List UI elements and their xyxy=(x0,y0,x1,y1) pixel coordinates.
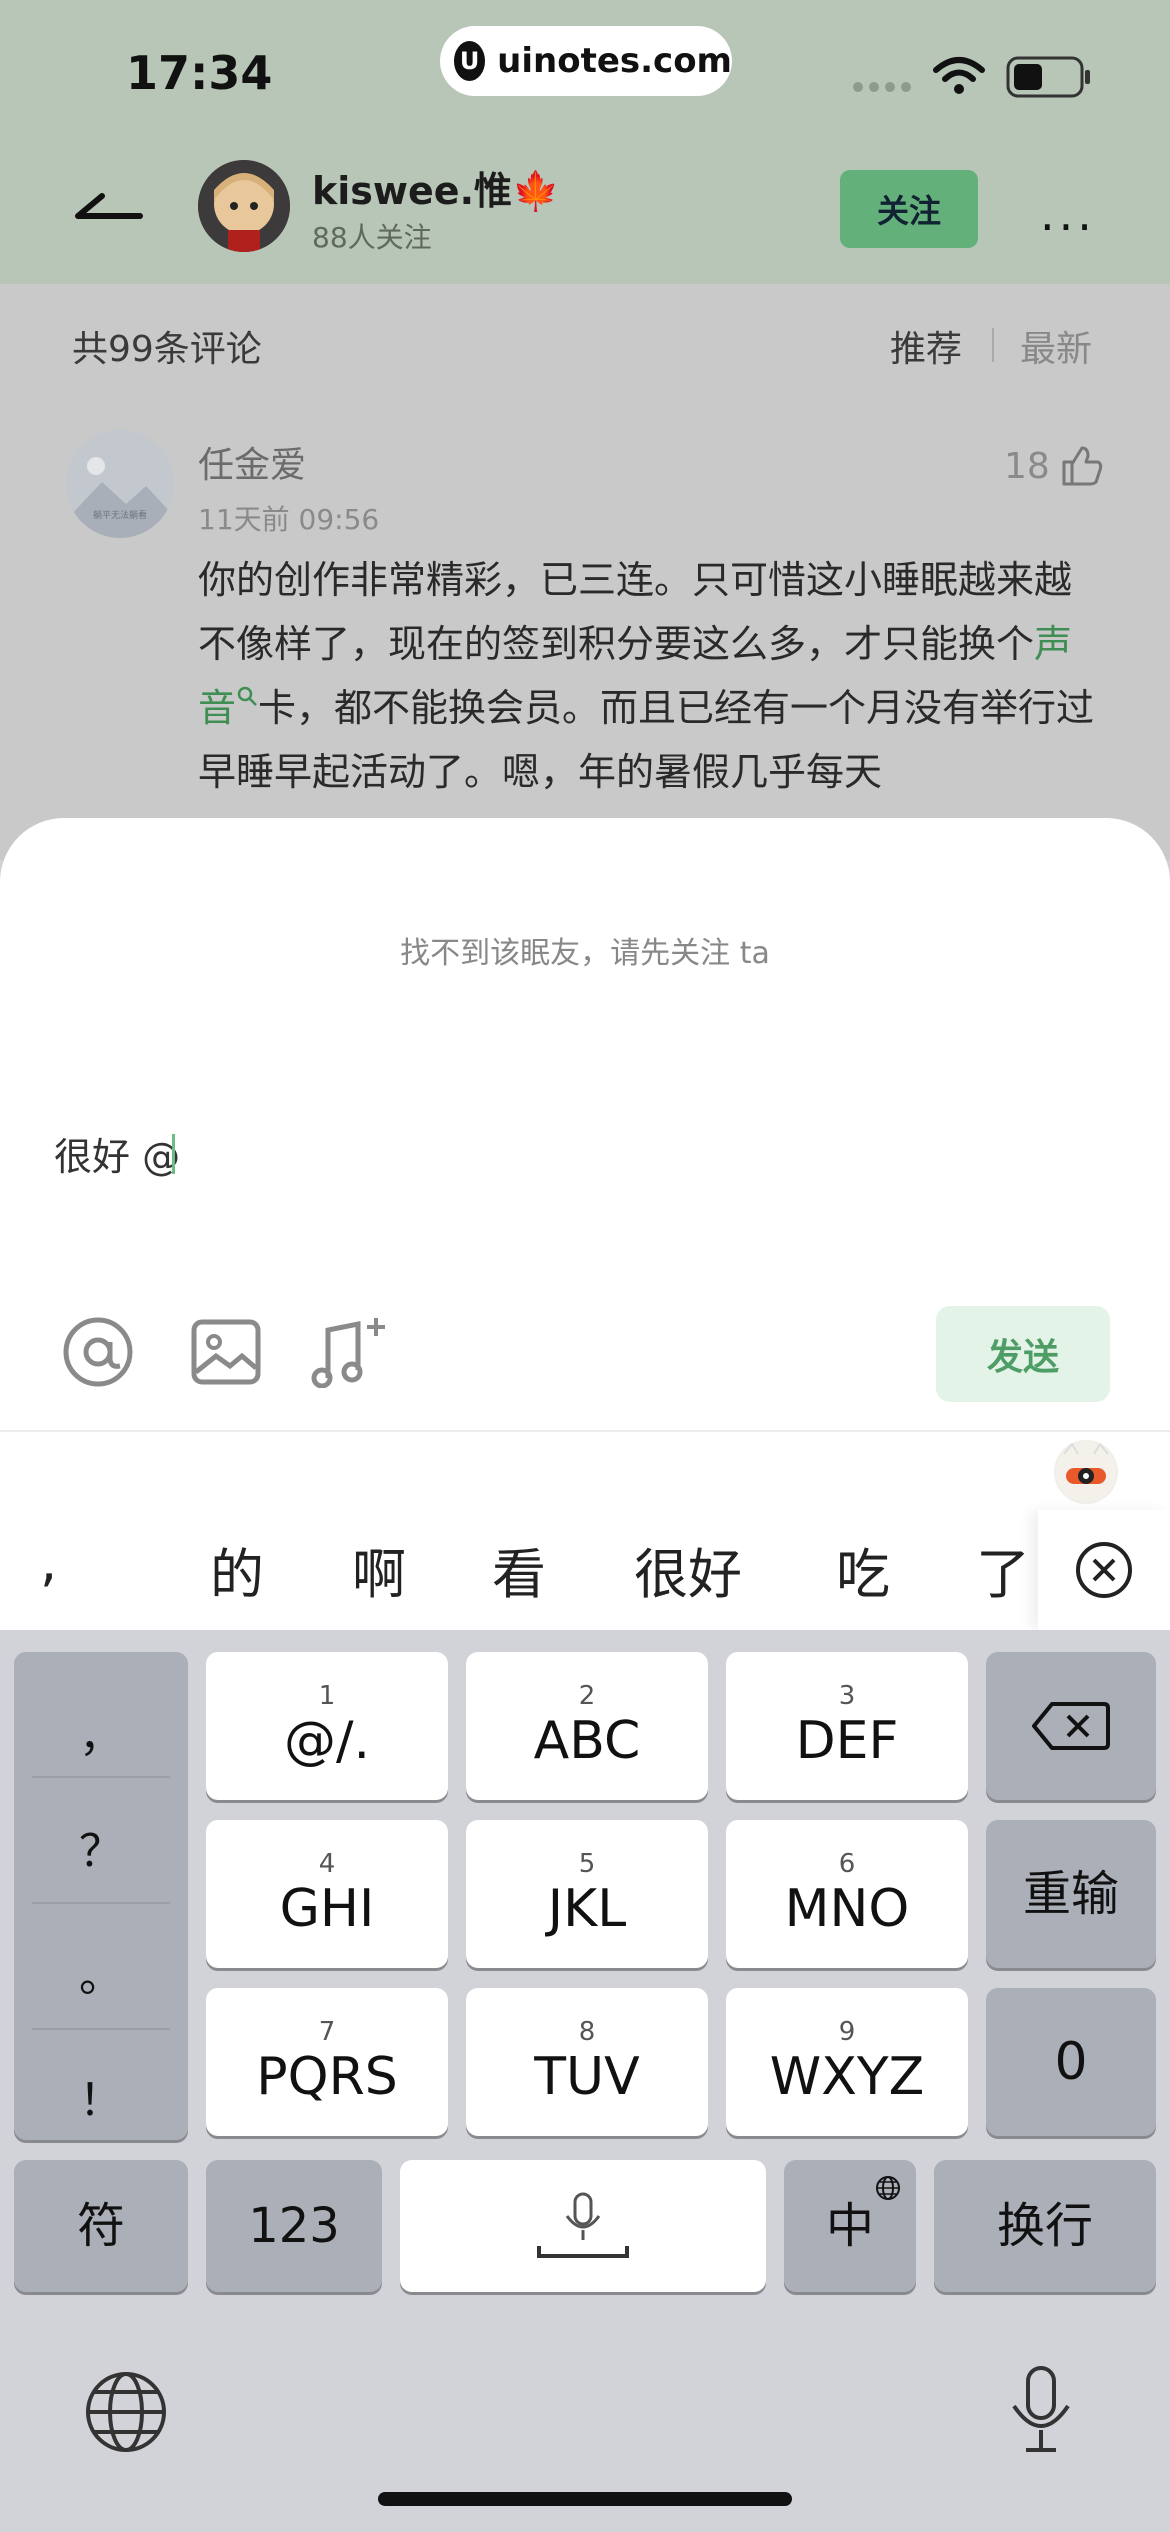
sort-divider xyxy=(992,328,994,362)
battery-icon xyxy=(1006,56,1090,98)
keyboard-mascot-icon[interactable] xyxy=(1054,1440,1118,1504)
candidate-collapse-area xyxy=(1038,1510,1170,1630)
home-indicator[interactable] xyxy=(378,2492,792,2506)
key-label: PQRS xyxy=(256,2047,398,2107)
follow-button[interactable]: 关注 xyxy=(840,170,978,248)
key-3[interactable]: 3 DEF xyxy=(726,1652,968,1800)
punct-key[interactable]: 。 xyxy=(14,1940,188,2004)
search-icon xyxy=(237,687,257,707)
key-label: 中 xyxy=(825,2198,874,2254)
key-4[interactable]: 4 GHI xyxy=(206,1820,448,1968)
key-number: 7 xyxy=(318,2017,336,2047)
wifi-icon xyxy=(933,57,985,94)
url-pill: U uinotes.com xyxy=(440,26,732,96)
key-number: 2 xyxy=(578,1681,596,1711)
commenter-name: 任金爱 xyxy=(198,445,307,486)
key-9[interactable]: 9 WXYZ xyxy=(726,1988,968,2136)
author-nickname: kiswee.惟🍁 xyxy=(312,169,560,213)
language-key[interactable]: 中 xyxy=(784,2160,916,2292)
more-options-icon[interactable]: ··· xyxy=(1040,200,1096,254)
key-label: GHI xyxy=(279,1879,375,1939)
candidate-item[interactable]: , xyxy=(40,1530,57,1593)
key-label: JKL xyxy=(547,1879,627,1939)
key-number: 6 xyxy=(838,1849,856,1879)
candidate-item[interactable]: 啊 xyxy=(352,1530,406,1609)
image-icon[interactable] xyxy=(190,1316,262,1388)
key-1[interactable]: 1 @/. xyxy=(206,1652,448,1800)
key-6[interactable]: 6 MNO xyxy=(726,1820,968,1968)
backspace-key[interactable] xyxy=(986,1652,1156,1800)
punct-divider xyxy=(32,2028,170,2030)
key-label: 符 xyxy=(76,2198,125,2254)
key-number: 3 xyxy=(838,1681,856,1711)
back-arrow-icon[interactable] xyxy=(74,190,144,220)
sort-latest-tab[interactable]: 最新 xyxy=(1020,320,1092,372)
key-number: 1 xyxy=(318,1681,336,1711)
space-mic-icon xyxy=(537,2192,629,2258)
punct-key[interactable]: ？ xyxy=(14,1815,188,1879)
key-2[interactable]: 2 ABC xyxy=(466,1652,708,1800)
candidate-item[interactable]: 看 xyxy=(492,1530,546,1609)
follower-count: 88人关注 xyxy=(312,221,432,254)
key-label: WXYZ xyxy=(769,2047,925,2107)
key-label: MNO xyxy=(784,1879,910,1939)
key-7[interactable]: 7 PQRS xyxy=(206,1988,448,2136)
punct-divider xyxy=(32,1776,170,1778)
candidate-item[interactable]: 的 xyxy=(210,1530,264,1609)
reenter-key[interactable]: 重输 xyxy=(986,1820,1156,1968)
comment-time: 11天前 09:56 xyxy=(198,503,380,536)
punct-divider xyxy=(32,1902,170,1904)
key-8[interactable]: 8 TUV xyxy=(466,1988,708,2136)
key-number: 9 xyxy=(838,2017,856,2047)
symbols-key[interactable]: 符 xyxy=(14,2160,188,2292)
url-text: uinotes.com xyxy=(497,41,732,81)
candidate-item[interactable]: 了 xyxy=(976,1530,1030,1609)
key-label: TUV xyxy=(534,2047,640,2107)
author-avatar[interactable] xyxy=(198,160,290,252)
key-0[interactable]: 0 xyxy=(986,1988,1156,2136)
numbers-key[interactable]: 123 xyxy=(206,2160,382,2292)
globe-switch-icon[interactable] xyxy=(84,2370,168,2454)
key-5[interactable]: 5 JKL xyxy=(466,1820,708,1968)
globe-icon xyxy=(876,2176,900,2200)
status-time: 17:34 xyxy=(126,46,273,100)
uinotes-logo-icon: U xyxy=(454,41,486,81)
key-label: 0 xyxy=(1054,2032,1088,2092)
key-number: 4 xyxy=(318,1849,336,1879)
space-key[interactable] xyxy=(400,2160,766,2292)
key-label: DEF xyxy=(795,1711,899,1771)
mention-hint: 找不到该眠友，请先关注 ta xyxy=(400,936,770,971)
signal-icon xyxy=(853,82,911,92)
candidate-item[interactable]: 很好 xyxy=(634,1530,742,1609)
key-number: 5 xyxy=(578,1849,596,1879)
candidate-item[interactable]: 吃 xyxy=(836,1530,890,1609)
backspace-icon xyxy=(1032,1702,1110,1750)
text-cursor xyxy=(172,1134,175,1174)
key-label: 重输 xyxy=(1022,1866,1119,1922)
key-label: 换行 xyxy=(996,2198,1093,2254)
commenter-avatar[interactable]: 躺平无法躺看 xyxy=(66,430,174,538)
key-label: ABC xyxy=(533,1711,641,1771)
comment-text-continued: 卡，都不能换会员。而且已经有一个月没有举行过早睡早起活动了。嗯，年的暑假几乎每天 xyxy=(198,686,1095,794)
send-button[interactable]: 发送 xyxy=(936,1306,1110,1402)
comment-text: 你的创作非常精彩，已三连。只可惜这小睡眠越来越不像样了，现在的签到积分要这么多，… xyxy=(198,558,1073,666)
punct-key[interactable]: ， xyxy=(14,1700,188,1764)
key-label: 123 xyxy=(248,2198,340,2254)
key-label: @/. xyxy=(283,1711,371,1771)
thumbs-up-icon[interactable] xyxy=(1060,444,1104,488)
like-count: 18 xyxy=(1004,446,1050,487)
comment-count: 共99条评论 xyxy=(72,329,262,370)
comment-body: 你的创作非常精彩，已三连。只可惜这小睡眠越来越不像样了，现在的签到积分要这么多，… xyxy=(198,548,1108,804)
avatar-caption: 躺平无法躺看 xyxy=(93,509,147,521)
dictation-mic-icon[interactable] xyxy=(1006,2364,1076,2456)
comment-input[interactable]: 很好 @ xyxy=(54,1126,180,1181)
close-icon[interactable] xyxy=(1074,1540,1134,1600)
music-add-icon[interactable] xyxy=(310,1316,390,1388)
punct-key[interactable]: ！ xyxy=(14,2064,188,2128)
composer-divider xyxy=(0,1430,1170,1432)
return-key[interactable]: 换行 xyxy=(934,2160,1156,2292)
key-number: 8 xyxy=(578,2017,596,2047)
sort-recommended-tab[interactable]: 推荐 xyxy=(890,320,962,372)
at-icon[interactable] xyxy=(62,1316,134,1388)
